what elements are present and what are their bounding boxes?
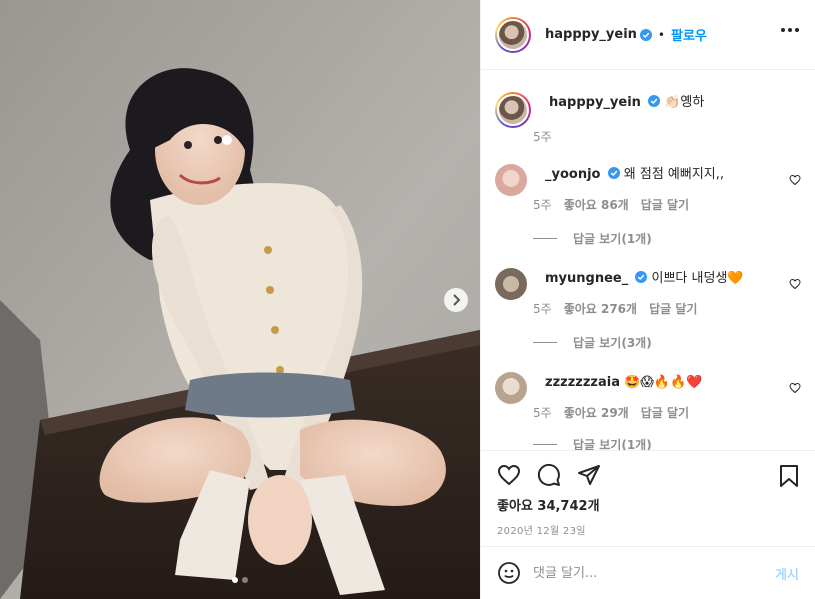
comment-meta: 5주 좋아요 276개 답글 달기 bbox=[533, 300, 697, 317]
comment-meta: 5주 좋아요 29개 답글 달기 bbox=[533, 404, 689, 421]
emoji-icon[interactable] bbox=[497, 561, 521, 585]
comment-input[interactable] bbox=[533, 565, 776, 581]
commenter-avatar[interactable] bbox=[495, 268, 527, 300]
post-photo[interactable] bbox=[0, 0, 480, 599]
comment-icon[interactable] bbox=[537, 463, 561, 487]
post-modal: happpy_yein • 팔로우 happpy_yein 👏🏻옝하 5주 _y… bbox=[0, 0, 815, 599]
view-replies-button[interactable]: 답글 보기(3개) bbox=[533, 334, 652, 351]
commenter-username[interactable]: myungnee_ bbox=[545, 271, 628, 286]
verified-icon bbox=[607, 167, 620, 179]
photo-image bbox=[0, 0, 480, 599]
comment-item: _yoonjo 왜 점점 예뻐지지,, bbox=[495, 164, 801, 196]
view-replies-button[interactable]: 답글 보기(1개) bbox=[533, 436, 652, 450]
view-replies-label: 답글 보기(1개) bbox=[573, 438, 652, 450]
view-replies-label: 답글 보기(3개) bbox=[573, 336, 652, 350]
verified-icon bbox=[635, 271, 648, 283]
next-photo-button[interactable] bbox=[444, 288, 468, 312]
comment-text: 왜 점점 예뻐지지,, bbox=[623, 167, 725, 182]
commenter-username[interactable]: _yoonjo bbox=[545, 167, 600, 182]
comment-time: 5주 bbox=[533, 406, 552, 420]
comment-likes[interactable]: 좋아요 86개 bbox=[564, 196, 629, 213]
caption-meta: 5주 bbox=[533, 128, 552, 145]
comment-item: zzzzzzzaia 🤩😱🔥🔥❤️ bbox=[495, 372, 801, 404]
replies-divider bbox=[533, 342, 557, 343]
post-header: happpy_yein • 팔로우 bbox=[481, 0, 815, 70]
commenter-avatar[interactable] bbox=[495, 372, 527, 404]
carousel-indicator bbox=[0, 577, 480, 583]
view-replies-button[interactable]: 답글 보기(1개) bbox=[533, 230, 652, 247]
comment-item: myungnee_ 이쁘다 내덩생🧡 bbox=[495, 268, 801, 300]
commenter-avatar[interactable] bbox=[495, 164, 527, 196]
comment-likes[interactable]: 좋아요 29개 bbox=[564, 404, 629, 421]
carousel-dot-active bbox=[232, 577, 238, 583]
post-comment-button[interactable]: 게시 bbox=[775, 564, 799, 583]
view-replies-label: 답글 보기(1개) bbox=[573, 232, 652, 246]
caption-username[interactable]: happpy_yein bbox=[549, 95, 641, 110]
replies-divider bbox=[533, 444, 557, 445]
chevron-right-icon bbox=[453, 294, 461, 306]
verified-icon bbox=[639, 28, 652, 41]
reply-button[interactable]: 답글 달기 bbox=[641, 196, 689, 213]
share-icon[interactable] bbox=[577, 463, 601, 487]
comment-meta: 5주 좋아요 86개 답글 달기 bbox=[533, 196, 689, 213]
commenter-username[interactable]: zzzzzzzaia bbox=[545, 375, 620, 390]
replies-divider bbox=[533, 238, 557, 239]
reply-button[interactable]: 답글 달기 bbox=[641, 404, 689, 421]
verified-icon bbox=[648, 95, 661, 107]
comment-heart-icon[interactable] bbox=[789, 382, 801, 394]
caption-avatar[interactable] bbox=[495, 92, 531, 128]
post-actions: 좋아요 34,742개 2020년 12월 23일 bbox=[481, 450, 815, 537]
more-icon-dot bbox=[788, 28, 792, 32]
comment-text: 이쁘다 내덩생🧡 bbox=[651, 271, 744, 286]
more-icon bbox=[781, 28, 785, 32]
comment-time: 5주 bbox=[533, 302, 552, 316]
comment-text: 🤩😱🔥🔥❤️ bbox=[624, 375, 703, 390]
bookmark-icon[interactable] bbox=[777, 464, 801, 488]
comment-heart-icon[interactable] bbox=[789, 278, 801, 290]
comment-likes[interactable]: 좋아요 276개 bbox=[564, 300, 637, 317]
comment-heart-icon[interactable] bbox=[789, 174, 801, 186]
more-icon-dot bbox=[795, 28, 799, 32]
carousel-dot bbox=[242, 577, 248, 583]
caption-time: 5주 bbox=[533, 130, 552, 144]
comments-list[interactable]: happpy_yein 👏🏻옝하 5주 _yoonjo 왜 점점 예뻐지지,, bbox=[481, 70, 815, 450]
author-username[interactable]: happpy_yein bbox=[545, 27, 637, 42]
author-avatar[interactable] bbox=[495, 16, 531, 53]
caption-text: 👏🏻옝하 bbox=[664, 95, 705, 110]
more-options-button[interactable] bbox=[781, 28, 799, 32]
post-date[interactable]: 2020년 12월 23일 bbox=[497, 522, 799, 537]
reply-button[interactable]: 답글 달기 bbox=[649, 300, 697, 317]
heart-icon[interactable] bbox=[497, 463, 521, 487]
follow-separator: • bbox=[657, 27, 665, 42]
caption: happpy_yein 👏🏻옝하 bbox=[495, 92, 801, 128]
comment-time: 5주 bbox=[533, 198, 552, 212]
post-sidebar: happpy_yein • 팔로우 happpy_yein 👏🏻옝하 5주 _y… bbox=[480, 0, 815, 599]
follow-button[interactable]: 팔로우 bbox=[671, 25, 707, 44]
likes-count[interactable]: 좋아요 34,742개 bbox=[497, 495, 799, 514]
add-comment-bar: 게시 bbox=[481, 546, 815, 599]
